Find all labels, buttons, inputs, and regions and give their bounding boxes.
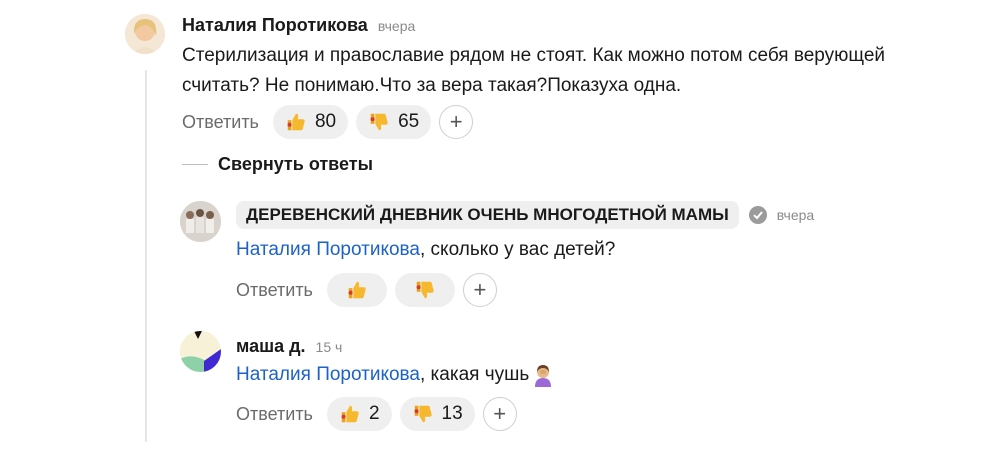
thumbs-up-icon xyxy=(287,113,305,131)
facepalm-emoji xyxy=(535,365,552,387)
dislike-button[interactable] xyxy=(394,273,455,307)
mention-link[interactable]: Наталия Поротикова xyxy=(236,239,420,260)
thumbs-down-icon xyxy=(370,113,388,131)
avatar-image xyxy=(125,14,165,54)
reply-button[interactable]: Ответить xyxy=(182,112,259,133)
add-reaction-button[interactable]: + xyxy=(482,397,517,431)
like-count: 80 xyxy=(314,111,337,132)
comment-text-line: считать? Не понимаю.Что за вера такая?По… xyxy=(182,75,682,96)
collapse-dash xyxy=(182,164,208,165)
comment-text-line: Стерилизация и православие рядом не стоя… xyxy=(182,45,885,66)
dislike-button[interactable]: 65 xyxy=(356,105,432,139)
thumbs-down-icon xyxy=(416,281,434,299)
reply-time: 15 ч xyxy=(315,339,343,355)
reply-text: , сколько у вас детей? xyxy=(420,239,616,260)
thread-line xyxy=(145,70,147,442)
reply-button[interactable]: Ответить xyxy=(236,404,313,425)
avatar[interactable] xyxy=(180,201,221,242)
reply-text: , какая чушь xyxy=(420,364,530,385)
like-count: 2 xyxy=(368,403,380,424)
reply-time: вчера xyxy=(776,207,815,223)
thumbs-up-icon xyxy=(348,281,366,299)
like-button[interactable]: 2 xyxy=(326,397,392,431)
like-button[interactable]: 80 xyxy=(272,105,349,139)
verified-icon xyxy=(748,206,767,224)
plus-icon: + xyxy=(473,277,487,302)
dislike-count: 65 xyxy=(398,111,420,132)
reply-author[interactable]: маша д. xyxy=(236,336,306,357)
plus-icon: + xyxy=(449,109,463,134)
avatar[interactable] xyxy=(125,14,165,54)
add-reaction-button[interactable]: + xyxy=(439,105,474,139)
reply-button[interactable]: Ответить xyxy=(236,280,313,301)
avatar[interactable] xyxy=(180,331,221,372)
avatar-image xyxy=(180,201,221,242)
avatar-image xyxy=(180,331,221,372)
comment-time: вчера xyxy=(377,18,416,34)
collapse-replies-button[interactable]: Свернуть ответы xyxy=(182,154,373,175)
like-button[interactable] xyxy=(326,273,387,307)
plus-icon: + xyxy=(493,401,507,426)
dislike-button[interactable]: 13 xyxy=(399,397,475,431)
dislike-count: 13 xyxy=(441,403,463,424)
channel-author[interactable]: ДЕРЕВЕНСКИЙ ДНЕВНИК ОЧЕНЬ МНОГОДЕТНОЙ МА… xyxy=(236,201,739,229)
mention-link[interactable]: Наталия Поротикова xyxy=(236,360,420,390)
thumbs-up-icon xyxy=(341,405,359,423)
comment-author[interactable]: Наталия Поротикова xyxy=(182,15,368,36)
thumbs-down-icon xyxy=(414,405,432,423)
add-reaction-button[interactable]: + xyxy=(462,273,497,307)
collapse-label: Свернуть ответы xyxy=(218,154,373,174)
